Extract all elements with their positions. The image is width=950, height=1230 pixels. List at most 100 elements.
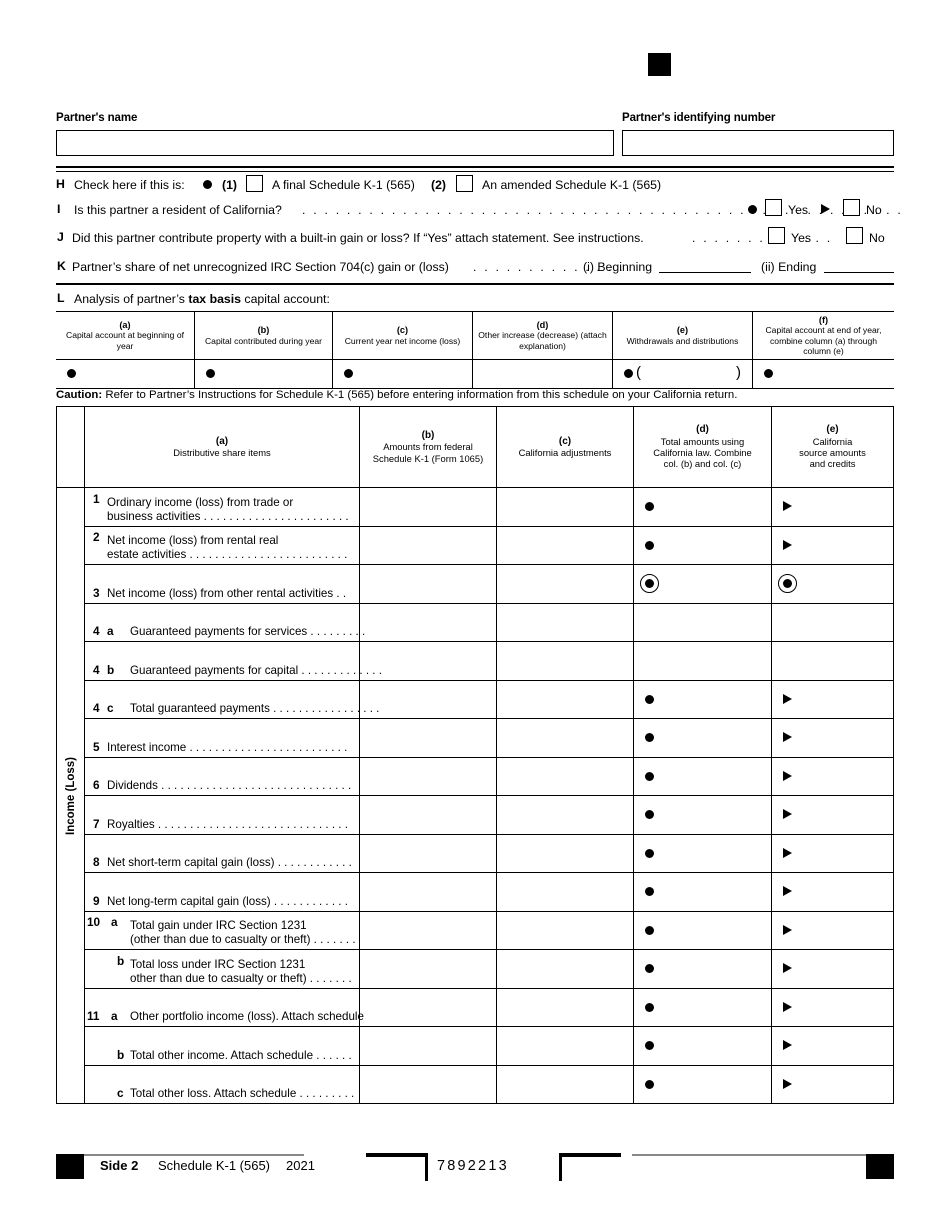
- partner-name-input[interactable]: [56, 130, 614, 156]
- col-b-cell[interactable]: [360, 488, 497, 526]
- col-d-cell[interactable]: [634, 757, 772, 795]
- final-k1-checkbox[interactable]: [246, 175, 263, 192]
- col-e-cell[interactable]: [772, 758, 893, 796]
- col-c-cell[interactable]: [497, 526, 634, 564]
- bullet-icon: [764, 369, 773, 378]
- col-c-cell[interactable]: [497, 488, 634, 526]
- col-d-cell[interactable]: [634, 642, 772, 680]
- col-d-cell[interactable]: [634, 1065, 772, 1103]
- col-c-cell[interactable]: [497, 796, 634, 834]
- col-d-cell[interactable]: [634, 911, 772, 949]
- amended-k1-checkbox[interactable]: [456, 175, 473, 192]
- col-e-cell[interactable]: [772, 604, 893, 642]
- col-b-cell[interactable]: [360, 642, 497, 680]
- col-b-cell[interactable]: [360, 950, 497, 988]
- col-b-cell[interactable]: [360, 796, 497, 834]
- col-d-cell[interactable]: [634, 488, 772, 526]
- col-b-cell[interactable]: [360, 911, 497, 949]
- col-c-cell[interactable]: [497, 719, 634, 757]
- col-e-cell[interactable]: [772, 835, 893, 873]
- col-e-cell[interactable]: [772, 488, 893, 526]
- capital-col-c-input[interactable]: [333, 360, 473, 388]
- row-description-cell: b Total other income. Attach schedule . .…: [85, 1027, 360, 1065]
- table-row: 1 Ordinary income (loss) from trade or bus…: [85, 488, 893, 527]
- col-d-cell[interactable]: [634, 565, 772, 603]
- col-e-cell[interactable]: [772, 527, 893, 565]
- col-e-cell[interactable]: [772, 719, 893, 757]
- col-d-cell[interactable]: [634, 834, 772, 872]
- col-d-cell[interactable]: [634, 796, 772, 834]
- col-d-cell[interactable]: [634, 988, 772, 1026]
- row-number: 4: [93, 662, 100, 677]
- k-ending-input[interactable]: [824, 272, 894, 274]
- capital-col-e-input[interactable]: ( ): [613, 360, 753, 388]
- col-b-cell[interactable]: [360, 757, 497, 795]
- builtin-gain-no-checkbox[interactable]: [846, 227, 863, 244]
- k-beginning-input[interactable]: [659, 272, 751, 274]
- row-description-cell: 6 Dividends . . . . . . . . . . . . . . .…: [85, 757, 360, 795]
- triangle-icon: [783, 693, 792, 704]
- col-e-cell[interactable]: [772, 1027, 893, 1065]
- col-c-cell[interactable]: [497, 1027, 634, 1065]
- col-b-cell[interactable]: [360, 719, 497, 757]
- triangle-icon: [783, 847, 792, 858]
- col-c-cell[interactable]: [497, 950, 634, 988]
- row-number: 2: [93, 530, 100, 544]
- col-c-cell[interactable]: [497, 642, 634, 680]
- col-b-cell[interactable]: [360, 565, 497, 603]
- col-b-cell[interactable]: [360, 834, 497, 872]
- col-d-cell[interactable]: [634, 603, 772, 641]
- col-e-cell[interactable]: [772, 989, 893, 1027]
- col-d-header: (d) Total amounts using California law. …: [634, 407, 772, 487]
- col-d-cell[interactable]: [634, 1027, 772, 1065]
- capital-col-a-input[interactable]: [56, 360, 195, 388]
- builtin-gain-yes-checkbox[interactable]: [768, 227, 785, 244]
- col-b-cell[interactable]: [360, 873, 497, 911]
- capital-col-d-input[interactable]: [473, 360, 613, 388]
- partner-id-input[interactable]: [622, 130, 894, 156]
- col-b-cell[interactable]: [360, 1065, 497, 1103]
- col-a-header: (a) Distributive share items: [85, 407, 360, 487]
- col-c-cell[interactable]: [497, 1065, 634, 1103]
- col-b-cell[interactable]: [360, 526, 497, 564]
- col-c-cell[interactable]: [497, 680, 634, 718]
- form-name-label: Schedule K-1 (565): [158, 1158, 271, 1173]
- col-d-cell[interactable]: [634, 526, 772, 564]
- table-row: 10 a Total gain under IRC Section 1231 (oth…: [85, 911, 893, 950]
- resident-no-checkbox[interactable]: [843, 199, 860, 216]
- col-e-cell[interactable]: [772, 796, 893, 834]
- col-e-cell[interactable]: [772, 1066, 893, 1104]
- table-row: 4 a Guaranteed payments for services . . .…: [85, 603, 893, 642]
- table-row: 4 b Guaranteed payments for capital . . . …: [85, 642, 893, 681]
- col-c-cell[interactable]: [497, 911, 634, 949]
- col-c-cell[interactable]: [497, 834, 634, 872]
- table-row: 2 Net income (loss) from rental real estat…: [85, 526, 893, 565]
- col-c-cell[interactable]: [497, 873, 634, 911]
- col-b-cell[interactable]: [360, 1027, 497, 1065]
- col-c-cell[interactable]: [497, 603, 634, 641]
- col-b-cell[interactable]: [360, 988, 497, 1026]
- resident-yes-checkbox[interactable]: [765, 199, 782, 216]
- partner-id-label: Partner's identifying number: [622, 112, 776, 124]
- distributive-rows: 1 Ordinary income (loss) from trade or bus…: [85, 488, 893, 1103]
- col-e-cell[interactable]: [772, 565, 893, 603]
- capital-col-f-input[interactable]: [753, 360, 894, 388]
- col-e-cell[interactable]: [772, 912, 893, 950]
- col-c-cell[interactable]: [497, 988, 634, 1026]
- col-e-cell[interactable]: [772, 873, 893, 911]
- col-b-cell[interactable]: [360, 680, 497, 718]
- col-d-cell[interactable]: [634, 680, 772, 718]
- col-d-cell[interactable]: [634, 950, 772, 988]
- capital-col-b-input[interactable]: [195, 360, 333, 388]
- col-b-cell[interactable]: [360, 603, 497, 641]
- col-c-cell[interactable]: [497, 565, 634, 603]
- col-e-cell[interactable]: [772, 642, 893, 680]
- col-c-cell[interactable]: [497, 757, 634, 795]
- col-d-cell[interactable]: [634, 719, 772, 757]
- row-sub-letter: b: [117, 953, 125, 968]
- col-e-cell[interactable]: [772, 681, 893, 719]
- col-e-cell[interactable]: [772, 950, 893, 988]
- table-row: 3 Net income (loss) from other rental act…: [85, 565, 893, 604]
- col-d-cell[interactable]: [634, 873, 772, 911]
- question-h-letter: H: [56, 177, 65, 191]
